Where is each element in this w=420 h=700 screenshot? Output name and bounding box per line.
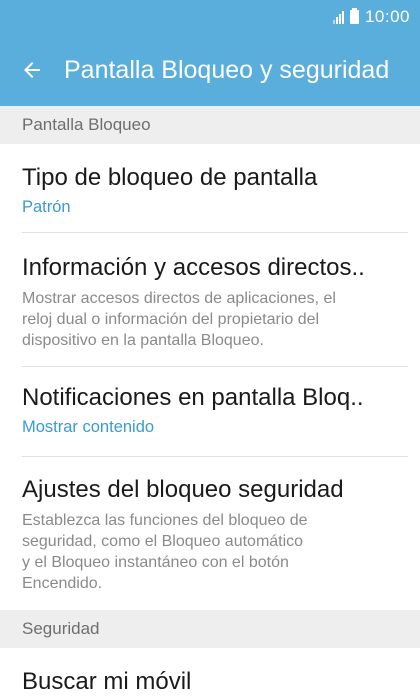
- setting-value: Mostrar contenido: [22, 418, 155, 436]
- setting-title: Información y accesos directos..: [22, 254, 365, 281]
- arrow-back-icon: [24, 62, 40, 78]
- battery-icon: [349, 8, 359, 24]
- setting-title: Buscar mi móvil: [22, 668, 192, 695]
- setting-title: Tipo de bloqueo de pantalla: [22, 164, 318, 191]
- setting-item-ajustes-bloqueo[interactable]: Ajustes del bloqueo seguridad Establezca…: [0, 476, 420, 594]
- divider: [22, 232, 408, 233]
- setting-item-buscar-movil[interactable]: Buscar mi móvil: [0, 668, 420, 696]
- section-header-pantalla-bloqueo: Pantalla Bloqueo: [0, 106, 420, 144]
- setting-description: Establezca las funciones del bloqueo de …: [22, 512, 308, 592]
- page-title: Pantalla Bloqueo y seguridad: [64, 55, 390, 84]
- signal-icon: [332, 10, 344, 24]
- setting-title: Notificaciones en pantalla Bloq..: [22, 384, 364, 411]
- status-bar: 10:00: [0, 0, 420, 34]
- back-button[interactable]: [0, 34, 64, 106]
- section-header-seguridad: Seguridad: [0, 610, 420, 648]
- setting-title: Ajustes del bloqueo seguridad: [22, 476, 344, 503]
- status-time: 10:00: [364, 7, 410, 26]
- divider: [22, 456, 408, 457]
- setting-item-notificaciones[interactable]: Notificaciones en pantalla Bloq.. Mostra…: [0, 384, 420, 437]
- setting-description: Mostrar accesos directos de aplicaciones…: [22, 290, 336, 349]
- setting-item-tipo-bloqueo[interactable]: Tipo de bloqueo de pantalla Patrón: [0, 164, 420, 217]
- setting-value: Patrón: [22, 198, 71, 216]
- divider: [22, 366, 408, 367]
- setting-item-informacion-accesos[interactable]: Información y accesos directos.. Mostrar…: [0, 254, 420, 351]
- app-bar: Pantalla Bloqueo y seguridad: [0, 34, 420, 106]
